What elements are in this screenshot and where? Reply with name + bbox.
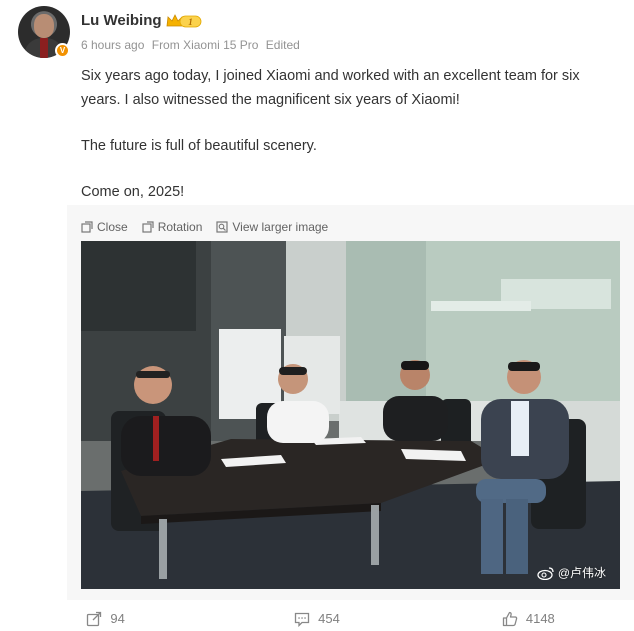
repost-count: 94 [110, 611, 125, 626]
watermark-text: @卢伟冰 [557, 566, 606, 580]
member-level: 1 [188, 17, 193, 27]
rotate-icon [142, 221, 154, 233]
rotation-label: Rotation [157, 220, 203, 234]
post-paragraph: Come on, 2025! [81, 184, 185, 200]
thumbs-up-icon [502, 611, 518, 626]
view-larger-label: View larger image [232, 220, 329, 234]
collapse-icon [81, 221, 93, 233]
meeting-room-photo [81, 241, 620, 589]
post-paragraph: Six years ago today, I joined Xiaomi and… [81, 68, 580, 108]
weibo-post: V Lu Weibing 1 6 hours ago From Xiaomi 1… [0, 0, 634, 631]
close-media-button[interactable]: Close [81, 219, 128, 235]
like-button[interactable]: 4148 [423, 606, 634, 631]
post-source: From Xiaomi 15 Pro [151, 38, 259, 52]
verified-badge-icon: V [55, 43, 70, 58]
post-photo[interactable]: @卢伟冰 [81, 241, 620, 589]
media-toolbar: Close Rotation View larger image [81, 219, 328, 235]
comment-icon [294, 612, 310, 627]
repost-icon [87, 611, 102, 626]
weibo-logo-icon [537, 566, 554, 580]
rotate-media-button[interactable]: Rotation [142, 219, 203, 235]
comment-button[interactable]: 454 [211, 606, 422, 631]
post-paragraph: The future is full of beautiful scenery. [81, 138, 317, 154]
member-crown-icon[interactable]: 1 [165, 13, 203, 29]
comment-count: 454 [318, 611, 340, 626]
post-actions: 94 454 4148 [0, 606, 634, 631]
edited-label[interactable]: Edited [266, 38, 300, 52]
zoom-icon [216, 221, 228, 233]
photo-watermark: @卢伟冰 [537, 564, 606, 581]
post-text: Six years ago today, I joined Xiaomi and… [81, 64, 616, 204]
like-count: 4148 [525, 611, 555, 626]
post-meta: 6 hours ago From Xiaomi 15 Pro Edited [81, 38, 304, 52]
close-label: Close [97, 220, 128, 234]
view-larger-button[interactable]: View larger image [216, 219, 328, 235]
author-name[interactable]: Lu Weibing [81, 12, 162, 29]
post-time[interactable]: 6 hours ago [81, 38, 144, 52]
media-viewer: Close Rotation View larger image @卢伟冰 [67, 205, 634, 600]
repost-button[interactable]: 94 [0, 606, 211, 631]
